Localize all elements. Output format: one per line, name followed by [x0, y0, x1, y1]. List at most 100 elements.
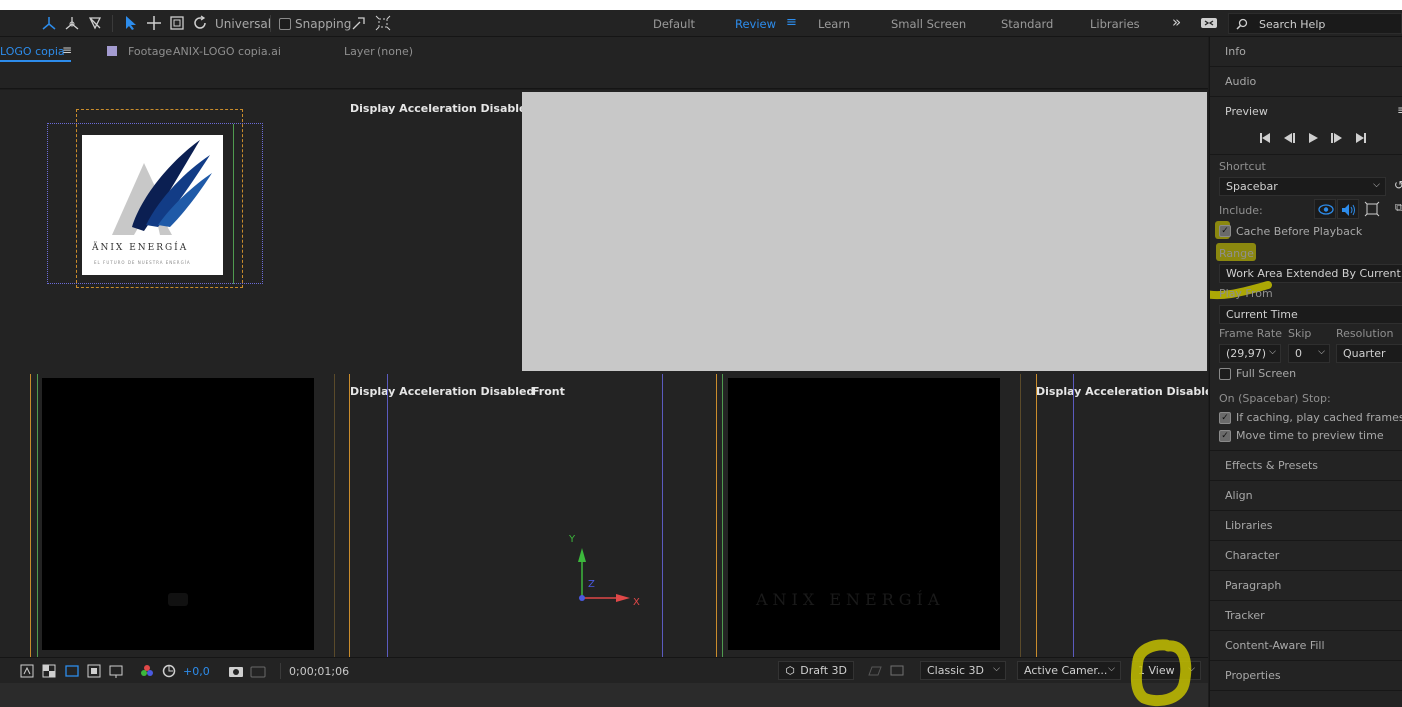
- eye-icon: [1318, 204, 1334, 215]
- safe-margins-icon[interactable]: [87, 662, 101, 680]
- panel-properties[interactable]: Properties: [1210, 661, 1402, 691]
- include-audio-toggle[interactable]: [1337, 199, 1359, 219]
- panel-info[interactable]: Info: [1210, 37, 1402, 67]
- panel-paragraph[interactable]: Paragraph: [1210, 571, 1402, 601]
- resolution-value: Quarter: [1343, 347, 1386, 360]
- search-help-field[interactable]: Search Help: [1228, 13, 1402, 34]
- pan-camera-tool-icon[interactable]: [86, 14, 104, 32]
- guide-line: [722, 374, 723, 657]
- rotate-tool-icon[interactable]: [191, 14, 209, 32]
- full-screen-checkbox[interactable]: [1219, 368, 1231, 380]
- left-view-canvas[interactable]: [42, 378, 314, 650]
- workspace-tab-standard[interactable]: Standard: [1001, 17, 1053, 31]
- draft-3d-button[interactable]: Draft 3D: [778, 661, 854, 680]
- axis-y-label: Y: [569, 534, 576, 545]
- extended-viewer-icon[interactable]: [890, 662, 904, 680]
- workspace-tab-learn[interactable]: Learn: [818, 17, 850, 31]
- 3d-ground-plane-icon[interactable]: [868, 662, 882, 680]
- draft-3d-icon: [786, 666, 795, 675]
- pop-out-icon[interactable]: ⧉: [1395, 201, 1402, 215]
- sync-settings-icon[interactable]: [1200, 14, 1218, 32]
- layer-tab[interactable]: (none): [377, 45, 413, 58]
- move-time-checkbox[interactable]: ✓: [1219, 430, 1231, 442]
- selection-tool-icon[interactable]: [122, 14, 140, 32]
- workspace-tab-small-screen[interactable]: Small Screen: [891, 17, 966, 31]
- panel-libraries[interactable]: Libraries: [1210, 511, 1402, 541]
- axis-x-label: X: [633, 597, 640, 608]
- full-screen-label: Full Screen: [1236, 367, 1297, 380]
- cache-before-playback-checkbox[interactable]: ✓: [1219, 225, 1231, 237]
- snapping-checkbox[interactable]: [279, 18, 291, 30]
- region-of-interest-icon[interactable]: [64, 662, 80, 680]
- toggle-mask-visibility-icon[interactable]: [20, 662, 34, 680]
- renderer-select[interactable]: Classic 3D ⌵: [920, 661, 1006, 680]
- transparency-grid-icon[interactable]: [42, 662, 56, 680]
- move-tool-icon[interactable]: [145, 14, 163, 32]
- exposure-value[interactable]: +0,0: [183, 662, 210, 680]
- panel-tracker[interactable]: Tracker: [1210, 601, 1402, 631]
- if-caching-checkbox[interactable]: ✓: [1219, 412, 1231, 424]
- orbit-camera-tool-icon[interactable]: [63, 14, 81, 32]
- shortcut-select[interactable]: Spacebar ⌵: [1219, 177, 1386, 196]
- workspace-tab-libraries[interactable]: Libraries: [1090, 17, 1140, 31]
- next-frame-icon[interactable]: [1330, 132, 1344, 147]
- action-safe-guide: [233, 124, 234, 284]
- snapping-label: Snapping: [295, 17, 352, 31]
- reset-shortcut-icon[interactable]: ↺: [1394, 178, 1402, 192]
- panel-audio[interactable]: Audio: [1210, 67, 1402, 97]
- guide-line: [716, 374, 717, 657]
- more-workspaces-icon[interactable]: »: [1172, 13, 1181, 31]
- composition-tab-menu-icon[interactable]: ≡: [62, 43, 72, 57]
- panel-align[interactable]: Align: [1210, 481, 1402, 511]
- active-view-canvas[interactable]: [522, 92, 1207, 371]
- panel-preview[interactable]: Preview ≡: [1210, 97, 1402, 127]
- workspace-tab-default[interactable]: Default: [653, 17, 695, 31]
- snap-features-icon[interactable]: [374, 14, 392, 32]
- frame-rate-label: Frame Rate: [1219, 327, 1282, 340]
- anix-logo-layer[interactable]: ÄNIX ENERGÍA EL FUTURO DE NUESTRA ENERGÍ…: [82, 135, 223, 275]
- snap-edges-icon[interactable]: [350, 14, 368, 32]
- include-overlays-icon[interactable]: [1364, 201, 1380, 220]
- skip-select[interactable]: 0 ⌵: [1288, 344, 1330, 363]
- universal-mode-label[interactable]: Universal: [215, 17, 271, 31]
- first-frame-icon[interactable]: [1258, 132, 1272, 147]
- scale-tool-icon[interactable]: [168, 14, 186, 32]
- include-video-toggle[interactable]: [1314, 199, 1336, 219]
- current-timecode[interactable]: 0;00;01;06: [289, 662, 349, 680]
- play-from-select[interactable]: Current Time: [1219, 305, 1402, 324]
- play-icon[interactable]: [1307, 132, 1319, 147]
- layer-label: Layer: [344, 45, 375, 58]
- workspace-tab-review[interactable]: Review: [735, 17, 776, 31]
- frame-rate-select[interactable]: (29,97) ⌵: [1219, 344, 1281, 363]
- unified-camera-tool-icon[interactable]: [40, 14, 58, 32]
- guide-line: [349, 374, 350, 657]
- camera-view-select[interactable]: Active Camer... ⌵: [1017, 661, 1121, 680]
- skip-label: Skip: [1288, 327, 1312, 340]
- composition-viewer[interactable]: ÄNIX ENERGÍA EL FUTURO DE NUESTRA ENERGÍ…: [0, 90, 1208, 657]
- panel-character[interactable]: Character: [1210, 541, 1402, 571]
- grid-guides-icon[interactable]: [108, 662, 124, 680]
- composition-tab[interactable]: LOGO copia: [0, 45, 65, 58]
- reset-exposure-icon[interactable]: [162, 662, 176, 680]
- snapshot-icon[interactable]: [228, 662, 244, 680]
- right-panel: Info Audio Preview ≡ Shortcut Spacebar ⌵…: [1209, 37, 1402, 707]
- panel-divider: [1210, 154, 1402, 155]
- frame-rate-value: (29,97): [1226, 347, 1267, 360]
- previous-frame-icon[interactable]: [1282, 132, 1296, 147]
- color-channels-icon[interactable]: [140, 662, 154, 680]
- panel-content-aware-fill[interactable]: Content-Aware Fill: [1210, 631, 1402, 661]
- last-frame-icon[interactable]: [1354, 132, 1368, 147]
- if-caching-label: If caching, play cached frames: [1236, 411, 1402, 424]
- right-view-canvas[interactable]: [728, 378, 1000, 650]
- panel-menu-icon[interactable]: ≡: [1397, 103, 1402, 117]
- footage-tab[interactable]: ANIX-LOGO copia.ai: [173, 45, 281, 58]
- panel-effects-presets[interactable]: Effects & Presets: [1210, 451, 1402, 481]
- panel-align-label: Align: [1225, 489, 1253, 502]
- guide-line: [30, 374, 31, 657]
- workspace-menu-icon[interactable]: ≡: [786, 15, 797, 30]
- highlight-annotation: [1130, 639, 1192, 707]
- toolbar-divider: [112, 15, 113, 32]
- resolution-select[interactable]: Quarter: [1336, 344, 1402, 363]
- show-snapshot-icon[interactable]: [250, 662, 266, 680]
- panel-preview-label: Preview: [1225, 105, 1268, 118]
